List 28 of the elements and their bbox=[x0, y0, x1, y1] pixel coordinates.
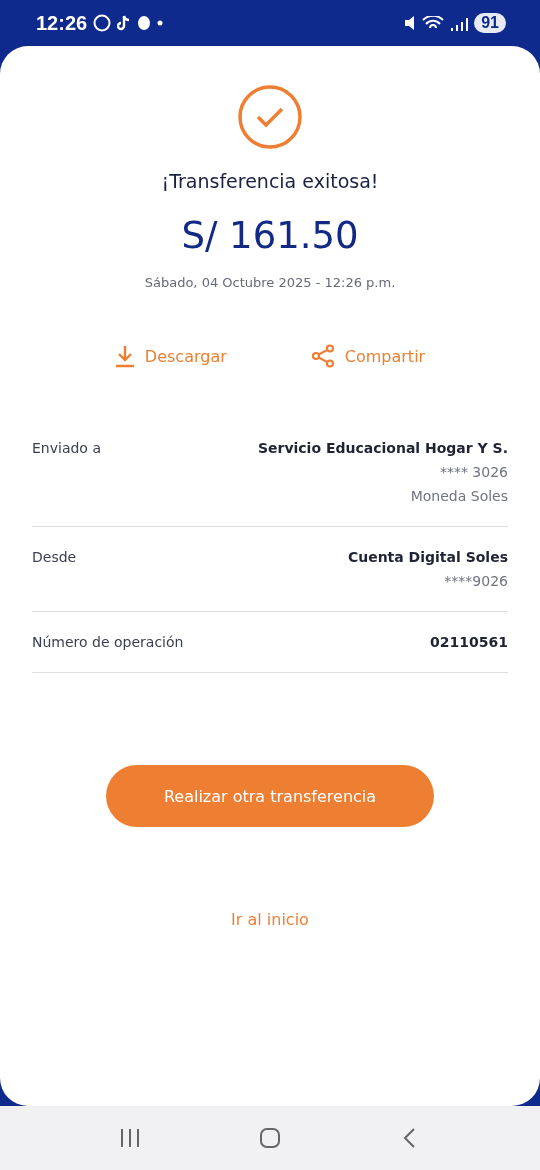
new-transfer-button[interactable]: Realizar otra transferencia bbox=[106, 765, 434, 827]
detail-value: 02110561 bbox=[430, 634, 508, 650]
battery-indicator: 91 bbox=[474, 13, 506, 33]
detail-label: Enviado a bbox=[32, 440, 101, 458]
amount: S/ 161.50 bbox=[181, 214, 359, 257]
detail-value: Cuenta Digital Soles bbox=[347, 549, 508, 565]
home-link[interactable]: Ir al inicio bbox=[225, 909, 315, 930]
status-time: 12:26 bbox=[36, 11, 88, 35]
detail-value: Moneda Soles bbox=[410, 488, 508, 504]
music-note-icon bbox=[117, 14, 132, 32]
dot-icon bbox=[157, 20, 164, 26]
success-check-icon bbox=[237, 84, 303, 150]
download-icon bbox=[114, 344, 135, 368]
wifi-icon bbox=[422, 16, 445, 30]
share-icon bbox=[310, 344, 335, 368]
share-button[interactable]: Compartir bbox=[310, 344, 426, 368]
success-title: ¡Transferencia exitosa! bbox=[161, 170, 379, 192]
detail-label: Número de operación bbox=[32, 634, 184, 650]
mute-icon bbox=[404, 15, 417, 31]
detail-value: Servicio Educacional Hogar Y S. bbox=[257, 440, 508, 456]
detail-value: ****9026 bbox=[444, 573, 508, 589]
transaction-date: Sábado, 04 Octubre 2025 - 12:26 p.m. bbox=[144, 275, 396, 290]
recent-apps-icon[interactable] bbox=[119, 1127, 141, 1149]
detail-label: Desde bbox=[32, 549, 77, 567]
home-icon[interactable] bbox=[259, 1127, 281, 1149]
detail-value: **** 3026 bbox=[439, 464, 508, 480]
download-button[interactable]: Descargar bbox=[114, 344, 227, 368]
signal-icon bbox=[450, 15, 469, 31]
